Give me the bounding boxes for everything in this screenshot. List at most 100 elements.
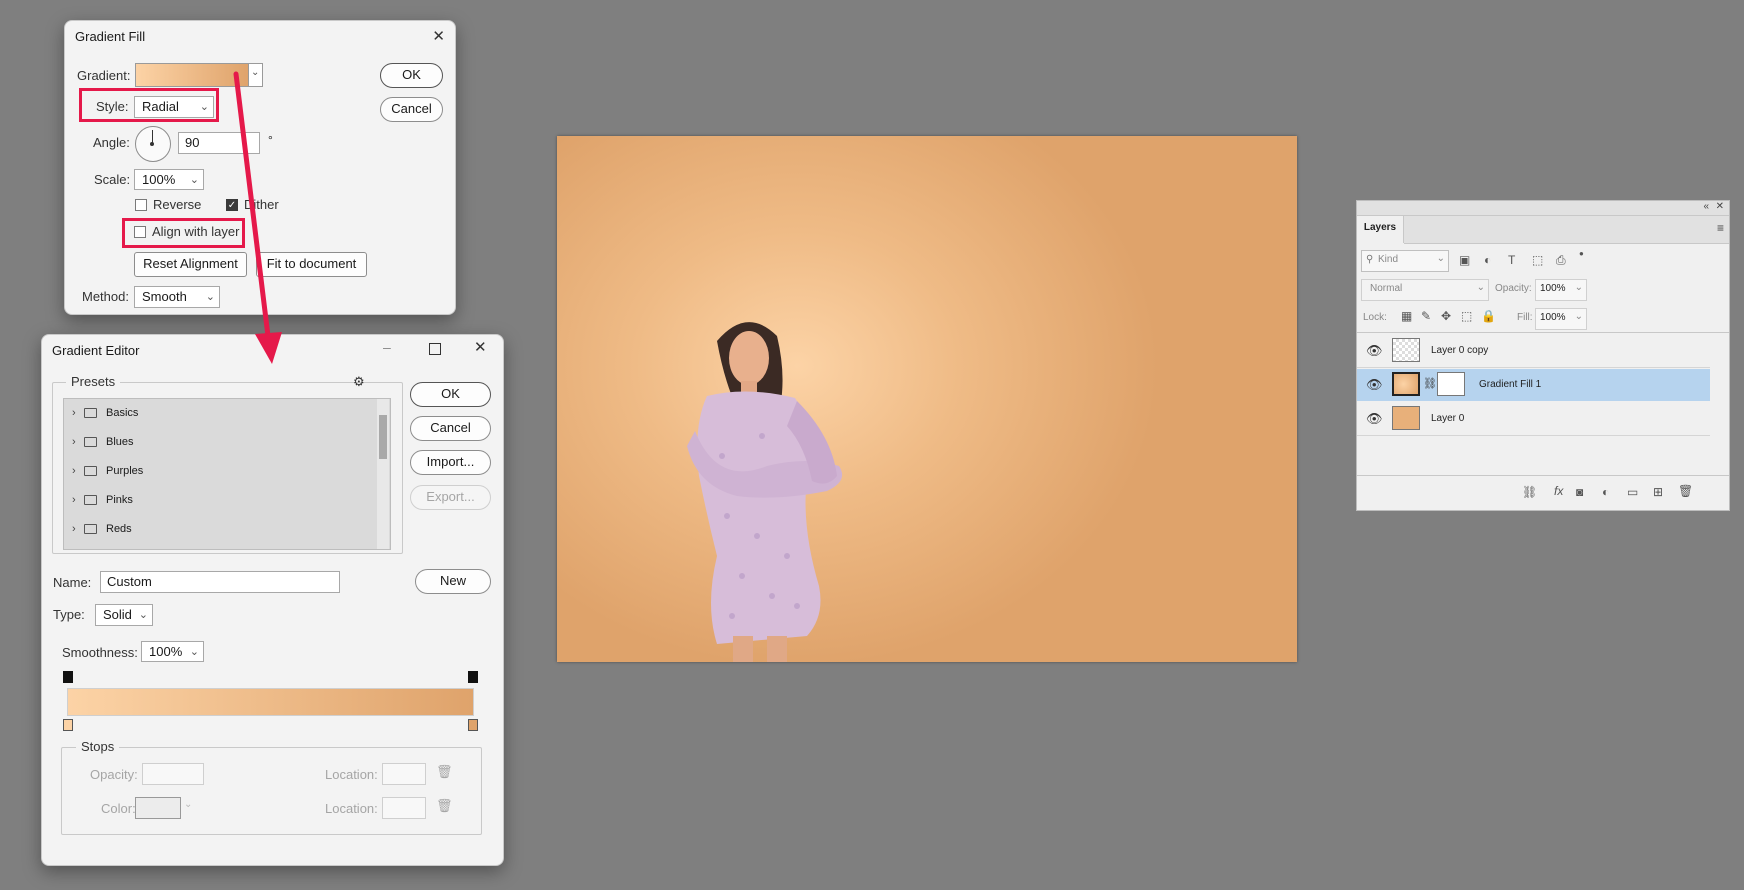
shape-filter-icon[interactable]: ⬚ bbox=[1532, 253, 1543, 267]
smart-object-filter-icon[interactable]: ⎙ bbox=[1556, 253, 1566, 268]
link-layers-icon[interactable]: ⛓ bbox=[1522, 485, 1537, 499]
lock-move-icon[interactable]: ✥ bbox=[1441, 309, 1451, 323]
reset-alignment-button[interactable]: Reset Alignment bbox=[134, 252, 247, 277]
tab-layers[interactable]: Layers bbox=[1357, 216, 1404, 243]
fill-label: Fill: bbox=[1517, 312, 1533, 323]
maximize-icon[interactable] bbox=[429, 343, 441, 355]
add-mask-icon[interactable]: ◙ bbox=[1576, 485, 1583, 499]
new-button[interactable]: New bbox=[415, 569, 491, 594]
adjustment-layer-icon[interactable]: ◐ bbox=[1602, 485, 1609, 499]
visibility-eye-icon[interactable]: 👁 bbox=[1366, 411, 1383, 427]
preset-folder-pinks[interactable]: › Pinks bbox=[64, 488, 344, 514]
color-swatch[interactable] bbox=[135, 797, 181, 819]
smoothness-label: Smoothness: bbox=[62, 645, 138, 660]
angle-unit: ° bbox=[268, 133, 273, 147]
woman-photo bbox=[687, 322, 843, 662]
trash-icon[interactable]: 🗑 bbox=[436, 764, 453, 780]
opacity-stop-left[interactable] bbox=[63, 671, 73, 683]
gear-icon[interactable]: ⚙ bbox=[353, 374, 365, 390]
kind-filter[interactable]: ⚲ Kind ⌄ bbox=[1361, 250, 1449, 272]
preset-folder-blues[interactable]: › Blues bbox=[64, 430, 344, 456]
opacity-stop-right[interactable] bbox=[468, 671, 478, 683]
smoothness-select[interactable]: 100% ⌄ bbox=[141, 641, 204, 662]
visibility-eye-icon[interactable]: 👁 bbox=[1366, 377, 1383, 393]
opacity-field[interactable]: 100% ⌄ bbox=[1535, 279, 1587, 301]
dither-checkbox[interactable]: ✓ bbox=[226, 199, 238, 211]
lock-brush-icon[interactable]: ✎ bbox=[1421, 309, 1431, 323]
trash-icon[interactable]: 🗑 bbox=[436, 798, 453, 814]
presets-scrollbar[interactable] bbox=[377, 399, 389, 549]
gradient-swatch[interactable] bbox=[135, 63, 249, 87]
align-with-layer-checkbox[interactable] bbox=[134, 226, 146, 238]
align-with-layer-label: Align with layer bbox=[152, 224, 240, 239]
preset-folder-basics[interactable]: › Basics bbox=[64, 401, 344, 427]
ok-button[interactable]: OK bbox=[380, 63, 443, 88]
link-icon[interactable]: ⛓ bbox=[1423, 377, 1437, 390]
document-canvas[interactable] bbox=[557, 136, 1297, 662]
panel-menu-icon[interactable]: ≡ bbox=[1717, 221, 1724, 235]
name-label: Name: bbox=[53, 575, 92, 590]
type-filter-icon[interactable]: T bbox=[1508, 253, 1515, 267]
visibility-eye-icon[interactable]: 👁 bbox=[1366, 343, 1383, 359]
close-icon[interactable]: ✕ bbox=[474, 338, 487, 356]
angle-input[interactable]: 90 bbox=[178, 132, 260, 154]
style-select[interactable]: Radial ⌄ bbox=[134, 96, 214, 118]
reverse-checkbox[interactable] bbox=[135, 199, 147, 211]
close-icon[interactable]: ✕ bbox=[1716, 201, 1724, 212]
dither-label: Dither bbox=[244, 197, 279, 212]
lock-all-icon[interactable]: 🔒 bbox=[1481, 309, 1496, 323]
method-label: Method: bbox=[82, 289, 129, 304]
fill-field[interactable]: 100% ⌄ bbox=[1535, 308, 1587, 330]
gradient-preview-bar[interactable] bbox=[67, 688, 474, 716]
folder-icon bbox=[84, 437, 97, 447]
opacity-location-input[interactable] bbox=[382, 763, 426, 785]
close-icon[interactable]: ✕ bbox=[432, 27, 445, 45]
dialog-title: Gradient Fill bbox=[75, 29, 146, 44]
cancel-button[interactable]: Cancel bbox=[380, 97, 443, 122]
name-input[interactable]: Custom bbox=[100, 571, 340, 593]
layer-thumbnail bbox=[1392, 338, 1420, 362]
preset-folder-reds[interactable]: › Reds bbox=[64, 517, 344, 543]
chevron-down-icon: ⌄ bbox=[199, 101, 209, 113]
angle-dial[interactable] bbox=[135, 126, 171, 162]
color-stop-left[interactable] bbox=[63, 719, 73, 731]
lock-label: Lock: bbox=[1363, 312, 1387, 323]
type-select[interactable]: Solid ⌄ bbox=[95, 604, 153, 626]
reverse-label: Reverse bbox=[153, 197, 202, 212]
angle-label: Angle: bbox=[93, 135, 130, 150]
lock-artboard-icon[interactable]: ⬚ bbox=[1461, 309, 1472, 323]
layer-row-layer-0-copy[interactable]: 👁 Layer 0 copy bbox=[1357, 335, 1710, 368]
gradient-dropdown-button[interactable]: ⌄ bbox=[249, 63, 263, 87]
import-button[interactable]: Import... bbox=[410, 450, 491, 475]
fx-icon[interactable]: fx bbox=[1554, 484, 1563, 498]
collapse-icon[interactable]: « bbox=[1703, 201, 1709, 212]
filter-toggle-icon[interactable]: ● bbox=[1579, 249, 1584, 258]
layers-list: 👁 Layer 0 copy 👁 ⛓ Gradient Fill 1 👁 Lay… bbox=[1357, 332, 1729, 475]
delete-layer-icon[interactable]: 🗑 bbox=[1678, 484, 1693, 498]
layer-row-gradient-fill-1[interactable]: 👁 ⛓ Gradient Fill 1 bbox=[1357, 369, 1710, 401]
lock-transparency-icon[interactable]: ▦ bbox=[1401, 309, 1412, 323]
scale-select[interactable]: 100% ⌄ bbox=[134, 169, 204, 190]
new-layer-icon[interactable]: ⊞ bbox=[1653, 485, 1663, 499]
chevron-down-icon: ⌄ bbox=[1476, 282, 1485, 293]
color-location-input[interactable] bbox=[382, 797, 426, 819]
preset-folder-purples[interactable]: › Purples bbox=[64, 459, 344, 485]
method-select[interactable]: Smooth ⌄ bbox=[134, 286, 220, 308]
image-filter-icon[interactable]: ▣ bbox=[1459, 253, 1470, 267]
minimize-icon[interactable]: – bbox=[383, 339, 391, 355]
folder-icon bbox=[84, 495, 97, 505]
new-group-icon[interactable]: ▭ bbox=[1627, 485, 1638, 499]
layer-row-layer-0[interactable]: 👁 Layer 0 bbox=[1357, 403, 1710, 436]
blend-mode-select[interactable]: Normal ⌄ bbox=[1361, 279, 1489, 301]
ok-button[interactable]: OK bbox=[410, 382, 491, 407]
layer-thumbnail bbox=[1392, 406, 1420, 430]
type-value: Solid bbox=[103, 607, 132, 622]
opacity-select[interactable] bbox=[142, 763, 204, 785]
chevron-down-icon: ⌄ bbox=[1574, 282, 1583, 293]
color-stop-right[interactable] bbox=[468, 719, 478, 731]
cancel-button[interactable]: Cancel bbox=[410, 416, 491, 441]
adjustment-filter-icon[interactable]: ◐ bbox=[1484, 253, 1491, 267]
color-location-label: Location: bbox=[325, 801, 378, 816]
fit-to-document-button[interactable]: Fit to document bbox=[256, 252, 367, 277]
export-button[interactable]: Export... bbox=[410, 485, 491, 510]
